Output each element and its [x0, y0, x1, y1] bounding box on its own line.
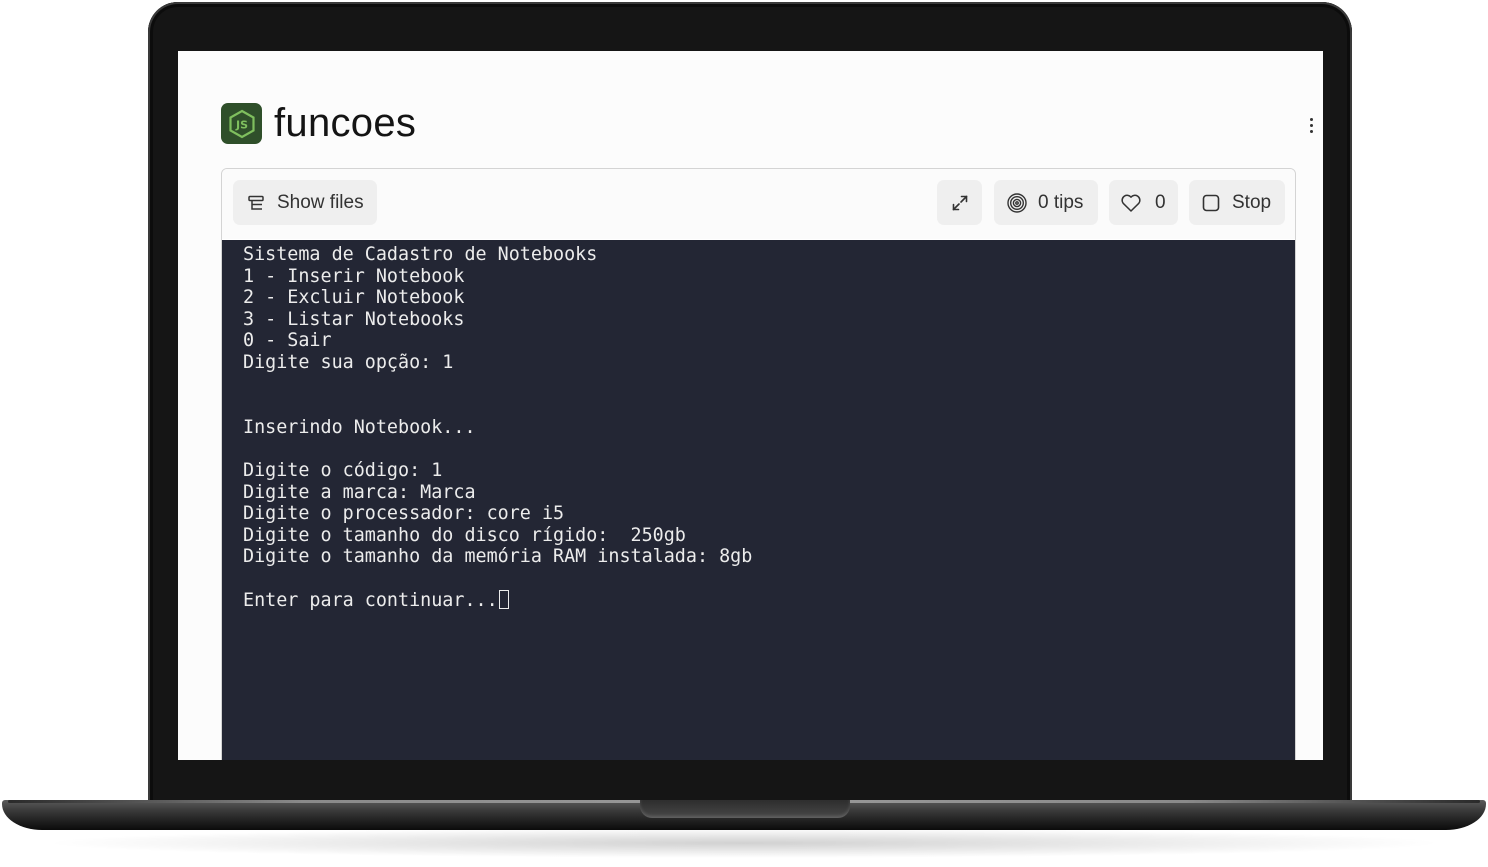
console-line: Sistema de Cadastro de Notebooks: [243, 244, 598, 265]
heart-icon: [1120, 193, 1142, 213]
expand-button[interactable]: [937, 180, 982, 225]
more-options-icon[interactable]: [1301, 113, 1321, 137]
repl-toolbar: Show files 0 tips 0 Stop: [222, 169, 1295, 239]
show-files-button[interactable]: Show files: [233, 180, 377, 225]
console-line: 2 - Excluir Notebook: [243, 287, 465, 309]
console-line: 0 - Sair: [243, 330, 332, 352]
stop-button[interactable]: Stop: [1189, 180, 1285, 225]
page-title: funcoes: [274, 101, 417, 145]
tips-spiral-icon: [1006, 192, 1028, 214]
device-shadow: [40, 828, 1448, 858]
console-prompt-text: Enter para continuar...: [243, 589, 498, 611]
stop-icon: [1201, 193, 1221, 213]
console-line: 1 - Inserir Notebook: [243, 265, 465, 287]
svg-text:JS: JS: [234, 118, 247, 131]
files-icon: [247, 194, 265, 212]
like-button[interactable]: 0: [1109, 180, 1178, 225]
console-line: Digite o tamanho do disco rígido: 250gb: [243, 524, 686, 546]
laptop-hinge-notch: [640, 800, 850, 818]
repl-panel: Show files 0 tips 0 Stop Sistema de Cada…: [221, 168, 1296, 760]
laptop-screen: JS funcoes Show files 0 tips 0 Stop Sist…: [178, 51, 1323, 760]
likes-count: 0: [1155, 191, 1166, 213]
console-line: Digite o tamanho da memória RAM instalad…: [243, 546, 753, 568]
tips-label: 0 tips: [1038, 191, 1084, 213]
console-line: 3 - Listar Notebooks: [243, 308, 465, 330]
console-line: Digite sua opção: 1: [243, 351, 454, 373]
terminal-cursor: [498, 589, 509, 609]
show-files-label: Show files: [277, 191, 364, 213]
console-line: Inserindo Notebook...: [243, 416, 476, 438]
console-line: Digite o código: 1: [243, 459, 443, 481]
console-prompt-line: Enter para continuar...: [243, 589, 1275, 612]
page-header: JS funcoes: [221, 101, 1323, 147]
console-line: Digite a marca: Marca: [243, 481, 476, 503]
expand-icon: [950, 193, 970, 213]
console-line: Digite o processador: core i5: [243, 503, 565, 525]
nodejs-icon: JS: [221, 103, 262, 144]
tips-button[interactable]: 0 tips: [994, 180, 1098, 225]
stop-label: Stop: [1232, 191, 1272, 213]
console-output[interactable]: Sistema de Cadastro de Notebooks 1 - Ins…: [222, 240, 1295, 760]
